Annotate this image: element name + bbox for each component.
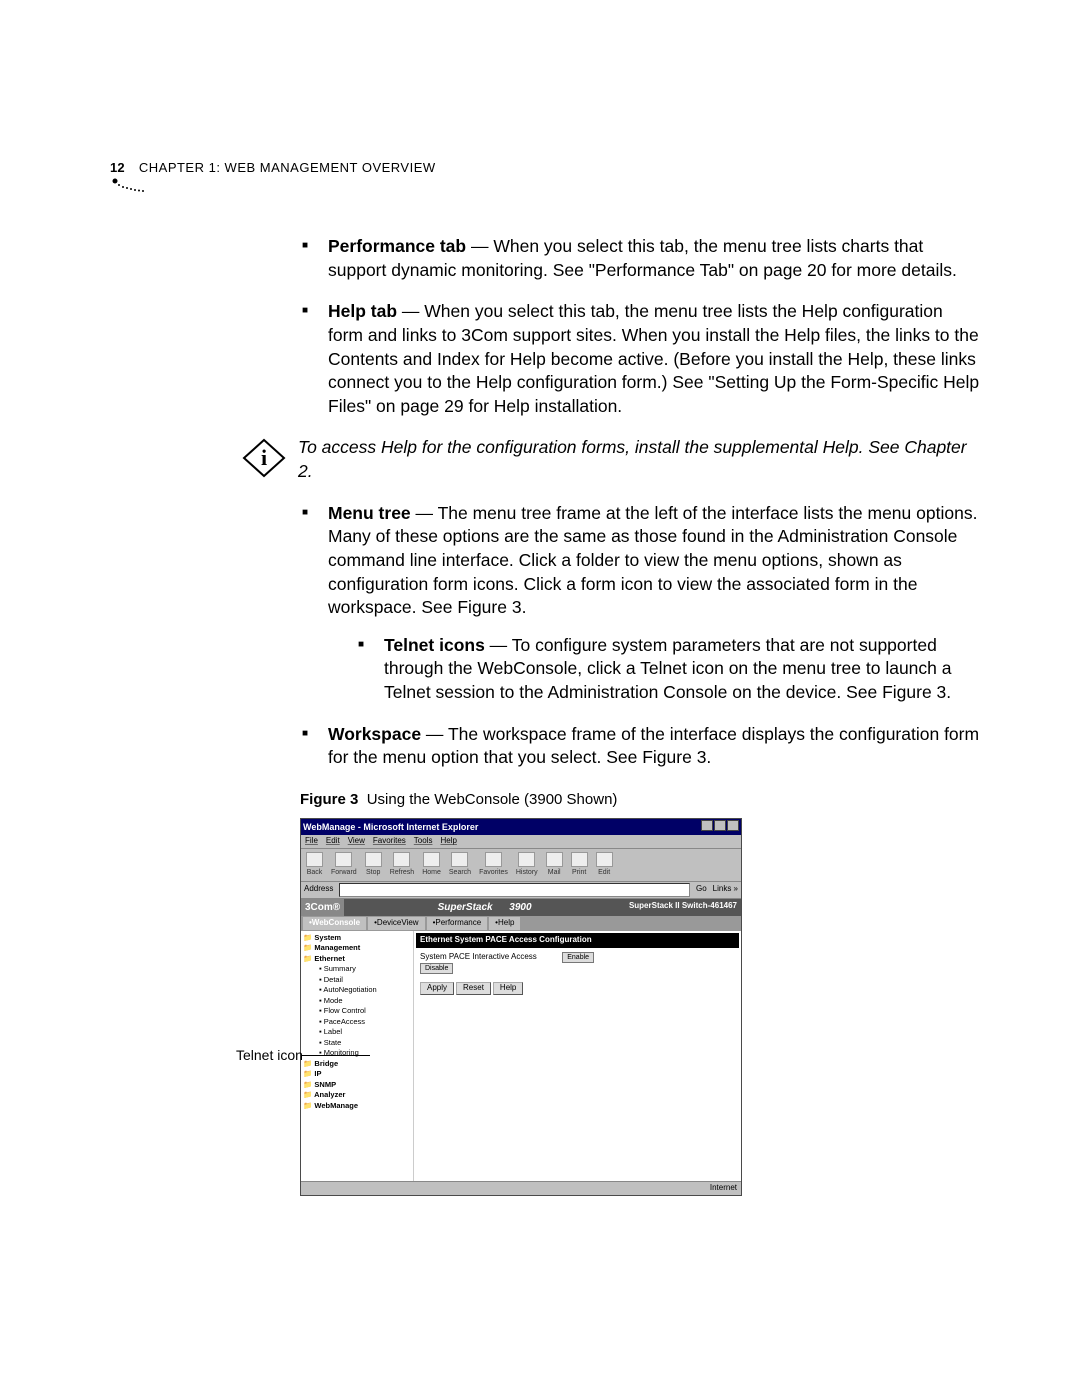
nav-webmanage: 📁 WebManage (303, 1101, 411, 1112)
tab-performance: •Performance (427, 917, 488, 930)
minimize-icon (701, 820, 713, 831)
address-label: Address (304, 884, 333, 895)
nav-analyzer: 📁 Analyzer (303, 1090, 411, 1101)
svg-text:i: i (261, 445, 267, 470)
menu-help: Help (440, 836, 456, 847)
callout-leader-line (302, 1055, 370, 1056)
nav-mode: ▪ Mode (303, 996, 411, 1007)
enable-button: Enable (562, 952, 594, 963)
nav-snmp: 📁 SNMP (303, 1080, 411, 1091)
figure-label: Figure 3 (300, 791, 358, 808)
help-button: Help (493, 982, 523, 995)
tab-help: •Help (489, 917, 520, 930)
nav-state: ▪ State (303, 1038, 411, 1049)
brand-model: 3900 (509, 902, 531, 913)
tab-deviceview: •DeviceView (368, 917, 424, 930)
bullet-menutree: Menu tree — The menu tree frame at the l… (300, 502, 980, 705)
toolbar-forward: Forward (328, 851, 360, 878)
go-button: Go (696, 884, 707, 895)
menu-favorites: Favorites (373, 836, 406, 847)
info-note-row: i To access Help for the configuration f… (242, 436, 980, 483)
bullet-workspace: Workspace — The workspace frame of the i… (300, 723, 980, 770)
workspace-panel: Ethernet System PACE Access Configuratio… (414, 931, 741, 1181)
maximize-icon (714, 820, 726, 831)
ie-title-text: WebManage - Microsoft Internet Explorer (303, 821, 478, 833)
text-help: — When you select this tab, the menu tre… (328, 301, 979, 416)
brand-bar: 3Com® SuperStack 3900 SuperStack II Swit… (301, 899, 741, 917)
toolbar-edit: Edit (593, 851, 616, 878)
menu-edit: Edit (326, 836, 340, 847)
figure-caption: Figure 3 Using the WebConsole (3900 Show… (300, 790, 980, 810)
nav-ip: 📁 IP (303, 1069, 411, 1080)
ie-titlebar: WebManage - Microsoft Internet Explorer (301, 819, 741, 835)
pace-label: System PACE Interactive Access (420, 952, 560, 963)
info-note-text: To access Help for the configuration for… (298, 436, 980, 483)
status-zone: Internet (710, 1183, 737, 1194)
address-field (339, 883, 690, 897)
toolbar-home: Home (419, 851, 444, 878)
brand-name: SuperStack (438, 902, 493, 913)
running-head: 12 CHAPTER 1: WEB MANAGEMENT OVERVIEW (110, 160, 980, 175)
nav-summary: ▪ Summary (303, 964, 411, 975)
window-buttons (700, 820, 739, 834)
nav-flow-control: ▪ Flow Control (303, 1006, 411, 1017)
nav-monitoring: ▪ Monitoring (303, 1048, 411, 1059)
toolbar-stop: Stop (362, 851, 385, 878)
info-icon: i (242, 438, 286, 478)
nav-label: ▪ Label (303, 1027, 411, 1038)
nav-bridge: 📁 Bridge (303, 1059, 411, 1070)
brand-logo: 3Com® (301, 899, 344, 917)
reset-button: Reset (456, 982, 491, 995)
device-id: SuperStack II Switch-461467 (625, 899, 741, 917)
close-icon (727, 820, 739, 831)
ie-toolbar: BackForwardStopRefreshHomeSearchFavorite… (301, 849, 741, 881)
disable-button: Disable (420, 963, 453, 974)
page-number: 12 (110, 160, 125, 175)
ie-status-bar: Internet (301, 1181, 741, 1195)
text-menutree: — The menu tree frame at the left of the… (328, 503, 977, 618)
panel-title: Ethernet System PACE Access Configuratio… (416, 933, 739, 948)
term-performance: Performance tab (328, 236, 466, 256)
ie-address-bar: Address Go Links » (301, 882, 741, 899)
ie-menubar: File Edit View Favorites Tools Help (301, 835, 741, 849)
apply-button: Apply (420, 982, 454, 995)
term-menutree: Menu tree (328, 503, 411, 523)
term-workspace: Workspace (328, 724, 421, 744)
tab-strip: •WebConsole •DeviceView •Performance •He… (301, 916, 741, 931)
bullet-telnet: Telnet icons — To configure system param… (356, 634, 980, 705)
nav-ethernet: 📁 Ethernet (303, 954, 411, 965)
term-telnet: Telnet icons (384, 635, 485, 655)
links-label: Links » (713, 884, 738, 895)
nav-system: 📁 System (303, 933, 411, 944)
term-help: Help tab (328, 301, 397, 321)
toolbar-history: History (513, 851, 541, 878)
nav-detail: ▪ Detail (303, 975, 411, 986)
figure-text: Using the WebConsole (3900 Shown) (367, 791, 618, 808)
menu-tools: Tools (414, 836, 433, 847)
nav-management: 📁 Management (303, 943, 411, 954)
menu-view: View (348, 836, 365, 847)
menu-file: File (305, 836, 318, 847)
toolbar-favorites: Favorites (476, 851, 511, 878)
bullet-performance: Performance tab — When you select this t… (300, 235, 980, 282)
callout-telnet-icon: Telnet icon (236, 1046, 303, 1065)
chapter-title: CHAPTER 1: WEB MANAGEMENT OVERVIEW (139, 160, 436, 175)
toolbar-print: Print (568, 851, 591, 878)
toolbar-refresh: Refresh (387, 851, 418, 878)
text-workspace: — The workspace frame of the interface d… (328, 724, 979, 768)
ie-window: WebManage - Microsoft Internet Explorer … (300, 818, 742, 1195)
toolbar-back: Back (303, 851, 326, 878)
tab-webconsole: •WebConsole (303, 917, 366, 930)
bullet-help: Help tab — When you select this tab, the… (300, 300, 980, 418)
nav-autonegotiation: ▪ AutoNegotiation (303, 985, 411, 996)
toolbar-search: Search (446, 851, 474, 878)
nav-paceaccess: ▪ PaceAccess (303, 1017, 411, 1028)
toolbar-mail: Mail (543, 851, 566, 878)
decorative-dots (112, 178, 152, 196)
